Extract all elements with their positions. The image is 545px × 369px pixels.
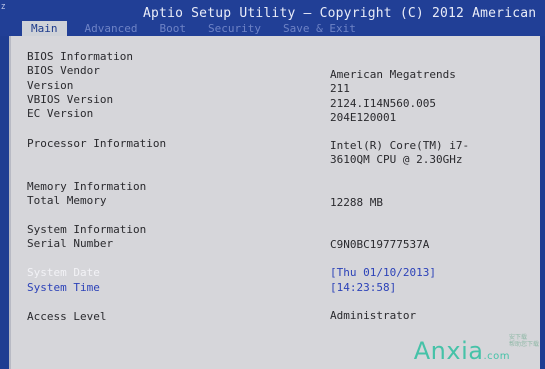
system-date-label[interactable]: System Date [27,266,100,280]
watermark-text: Anxia [413,337,484,365]
utility-title: Aptio Setup Utility – Copyright (C) 2012… [143,6,537,21]
bios-setup-screen: Z Aptio Setup Utility – Copyright (C) 20… [0,0,545,369]
vbios-version-value: 2124.I14N560.005 [330,97,436,110]
access-level-label: Access Level [27,310,107,323]
processor-value-line1: Intel(R) Core(TM) i7- [330,139,470,152]
bios-vendor-label: BIOS Vendor [27,64,100,77]
bios-information-heading: BIOS Information [27,50,133,63]
tab-security[interactable]: Security [208,21,261,36]
bios-vendor-value: American Megatrends [330,68,456,81]
ec-version-label: EC Version [27,107,94,120]
version-value: 211 [330,82,350,95]
serial-number-value: C9N0BC19777537A [330,238,430,251]
vbios-version-label: VBIOS Version [27,93,114,106]
tab-advanced[interactable]: Advanced [85,21,138,36]
access-level-value: Administrator [330,309,417,322]
tab-bar: Main Advanced Boot Security Save & Exit [22,20,378,36]
ec-version-value: 204E120001 [330,111,397,124]
main-panel: BIOS Information BIOS Vendor American Me… [9,36,540,369]
system-time-value[interactable]: [14:23:58] [330,281,396,295]
system-time-label[interactable]: System Time [27,281,100,295]
watermark-tld: .com [483,351,510,362]
version-label: Version [27,79,74,92]
memory-information-heading: Memory Information [27,180,147,193]
watermark-sub-line1: 安下载 [508,334,527,341]
tab-boot[interactable]: Boot [159,21,186,36]
total-memory-value: 12288 MB [330,196,383,209]
serial-number-label: Serial Number [27,237,114,250]
system-date-value[interactable]: [Thu 01/10/2013] [330,266,436,280]
tab-save-exit[interactable]: Save & Exit [283,21,356,36]
tab-main[interactable]: Main [22,21,67,36]
header-bar: Z Aptio Setup Utility – Copyright (C) 20… [0,0,545,36]
watermark-subtext: 安下载 帮助您下载 [509,334,539,348]
watermark-sub-line2: 帮助您下载 [508,341,539,348]
corner-mark: Z [1,3,6,11]
processor-value-line2: 3610QM CPU @ 2.30GHz [330,153,463,166]
total-memory-label: Total Memory [27,194,107,207]
system-information-heading: System Information [27,223,147,236]
anxia-watermark: Anxia.com [414,337,510,365]
processor-information-label: Processor Information [27,137,167,150]
